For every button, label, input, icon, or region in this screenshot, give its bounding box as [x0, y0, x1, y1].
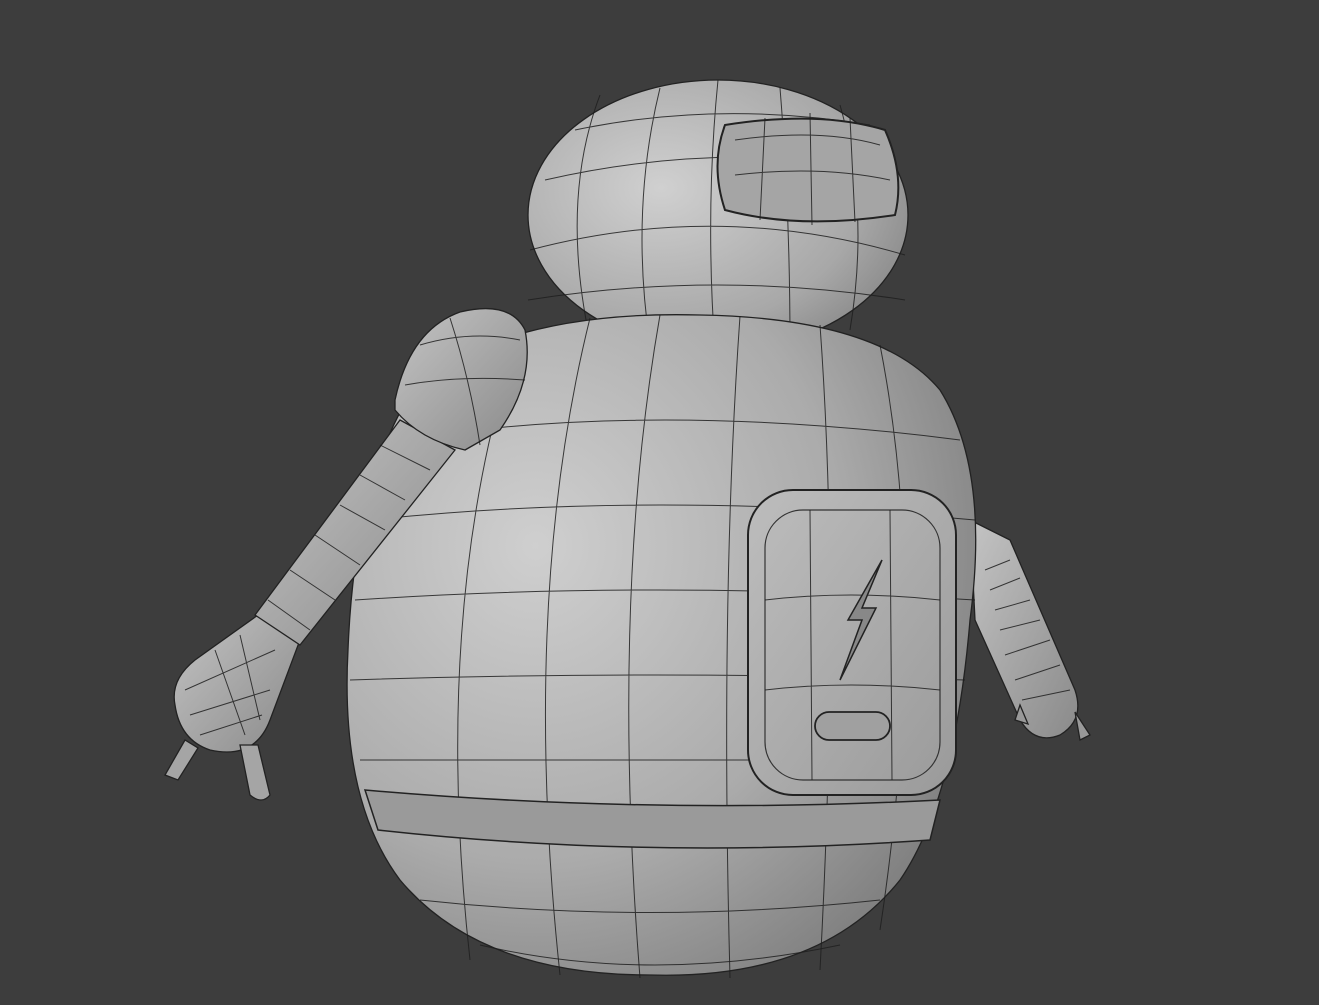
visor [716, 117, 900, 223]
panel-slot [814, 711, 891, 741]
3d-viewport[interactable] [0, 0, 1319, 1005]
robot-head [527, 79, 909, 351]
battery-panel [747, 489, 957, 796]
